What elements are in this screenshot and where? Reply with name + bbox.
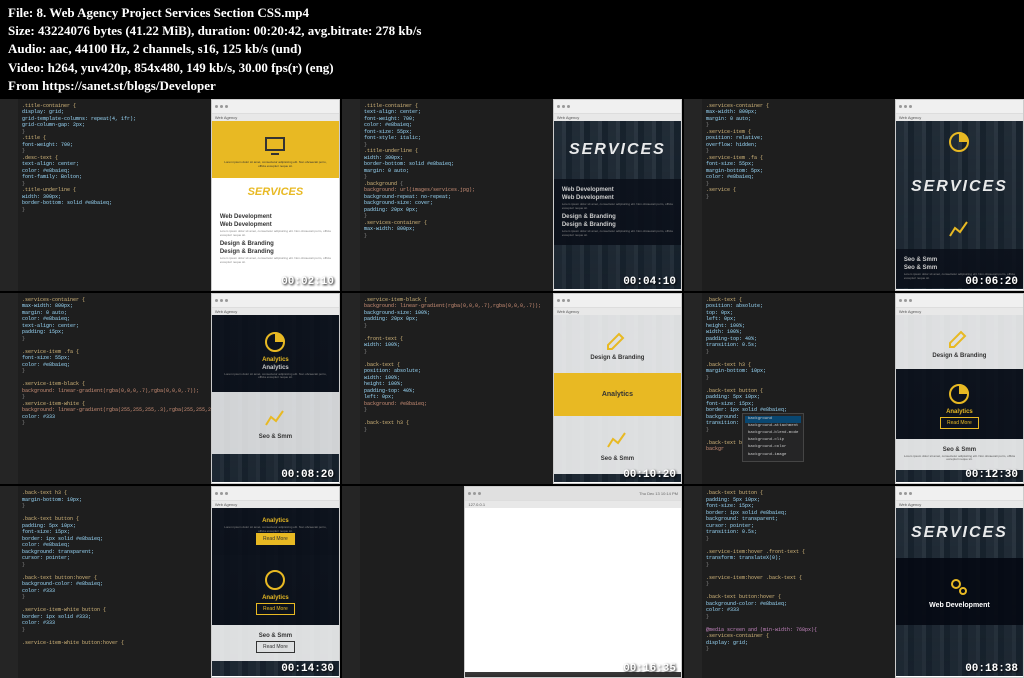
gears-icon (947, 575, 971, 599)
read-more-button[interactable]: Read More (256, 603, 295, 615)
timestamp: 00:12:30 (965, 469, 1018, 481)
browser-preview: Thu Dec 13 10:14 PM 127.0.0.1 (464, 486, 682, 678)
monitor-icon (263, 134, 287, 158)
video-info-header: File: 8. Web Agency Project Services Sec… (0, 0, 1024, 99)
thumbnail-2: .title-container { text-align: center; f… (342, 99, 682, 291)
thumbnail-8: Thu Dec 13 10:14 PM 127.0.0.1 00:16:35 (342, 486, 682, 678)
timestamp: 00:04:10 (623, 276, 676, 288)
code-editor: .title-container { text-align: center; f… (342, 99, 553, 291)
read-more-button[interactable]: Read More (256, 533, 295, 545)
browser-preview: Web Agency Lorem ipsum dolor sit amet, c… (211, 99, 340, 291)
line-chart-icon (263, 407, 287, 431)
pie-chart-icon (263, 568, 287, 592)
browser-preview: Web Agency Analytics Analytics Lorem ips… (211, 293, 340, 485)
code-editor: .services-container { max-width: 800px; … (0, 293, 211, 485)
thumbnail-6: .back-text { position: absolute; top: 0p… (684, 293, 1024, 485)
code-editor (342, 486, 464, 678)
pie-chart-icon (263, 330, 287, 354)
edit-icon (605, 328, 629, 352)
browser-preview: Web Agency SERVICES Web Development (895, 486, 1024, 678)
pie-chart-icon (947, 130, 971, 154)
browser-preview: Web Agency Design & Branding Analytics R… (895, 293, 1024, 485)
browser-preview: Web Agency SERVICES Web Development Web … (553, 99, 682, 291)
line-chart-icon (947, 218, 971, 242)
thumbnail-5: .service-item-black { background: linear… (342, 293, 682, 485)
browser-preview: Web Agency Analytics Lorem ipsum dolor s… (211, 486, 340, 678)
code-editor: .back-text button { padding: 5px 10px; f… (684, 486, 895, 678)
browser-preview: Web Agency Design & Branding Analytics S… (553, 293, 682, 485)
thumbnail-1: .title-container { display: grid; grid-t… (0, 99, 340, 291)
line-chart-icon (605, 429, 629, 453)
timestamp: 00:08:20 (281, 469, 334, 481)
code-editor: .title-container { display: grid; grid-t… (0, 99, 211, 291)
timestamp: 00:16:35 (623, 663, 676, 675)
pie-chart-icon (947, 382, 971, 406)
browser-preview: Web Agency SERVICES Seo & Smm Seo & Smm … (895, 99, 1024, 291)
thumbnail-7: .back-text h3 { margin-bottom: 10px; } .… (0, 486, 340, 678)
edit-icon (947, 326, 971, 350)
timestamp: 00:14:30 (281, 663, 334, 675)
thumbnail-grid: .title-container { display: grid; grid-t… (0, 99, 1024, 678)
code-editor: .services-container { max-width: 800px; … (684, 99, 895, 291)
thumbnail-4: .services-container { max-width: 800px; … (0, 293, 340, 485)
timestamp: 00:02:10 (281, 276, 334, 288)
timestamp: 00:18:38 (965, 663, 1018, 675)
thumbnail-9: .back-text button { padding: 5px 10px; f… (684, 486, 1024, 678)
read-more-button[interactable]: Read More (940, 417, 979, 429)
timestamp: 00:10:20 (623, 469, 676, 481)
code-editor: .service-item-black { background: linear… (342, 293, 553, 485)
code-editor: .back-text h3 { margin-bottom: 10px; } .… (0, 486, 211, 678)
code-editor: .back-text { position: absolute; top: 0p… (684, 293, 895, 485)
read-more-button[interactable]: Read More (256, 641, 295, 653)
autocomplete-popup[interactable]: background background-attachment backgro… (742, 413, 804, 462)
timestamp: 00:06:20 (965, 276, 1018, 288)
thumbnail-3: .services-container { max-width: 800px; … (684, 99, 1024, 291)
